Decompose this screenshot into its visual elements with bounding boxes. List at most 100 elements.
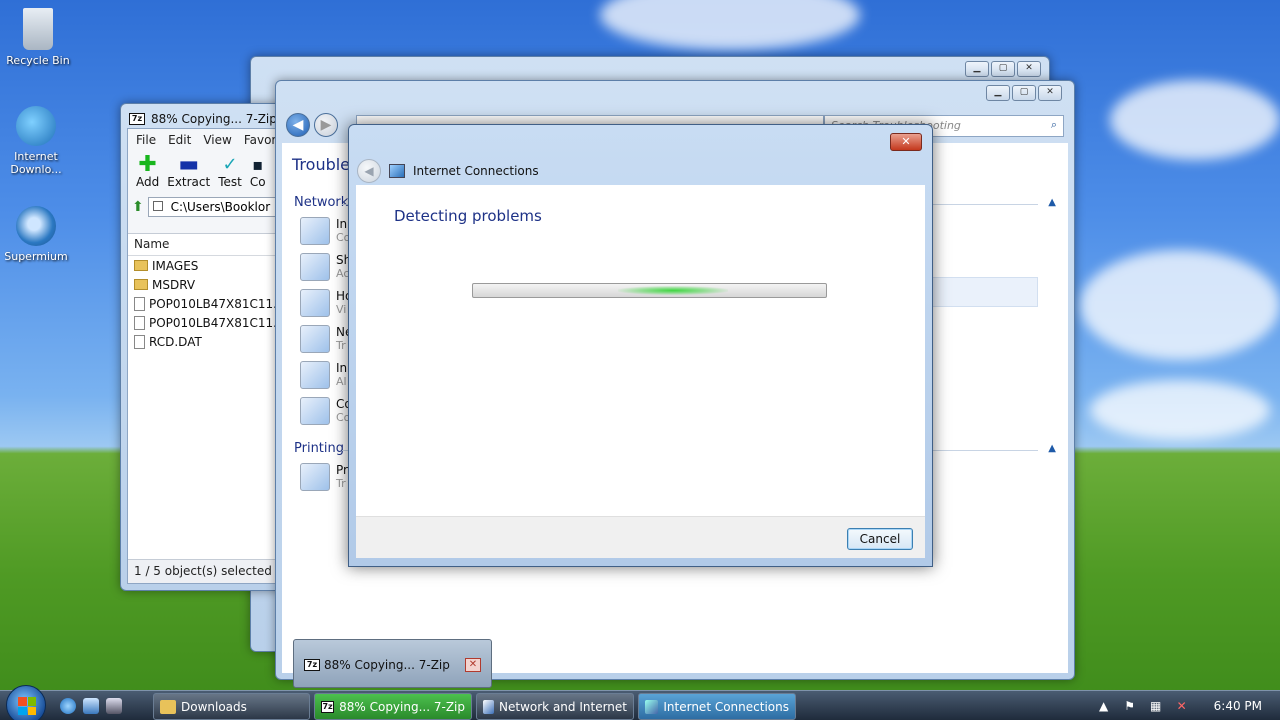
dialog-body: Detecting problems Cancel bbox=[356, 185, 925, 558]
dialog-title: Internet Connections bbox=[413, 164, 539, 178]
connection-icon bbox=[300, 397, 330, 425]
test-label: Test bbox=[218, 175, 242, 189]
recycle-bin-icon bbox=[23, 8, 53, 50]
settings-file-icon bbox=[134, 296, 145, 311]
start-button[interactable] bbox=[6, 685, 46, 720]
supermium-icon bbox=[16, 206, 56, 246]
close-icon[interactable]: ✕ bbox=[465, 658, 481, 672]
list-item[interactable]: Co Co bbox=[300, 397, 352, 425]
minus-icon: ▬ bbox=[178, 152, 200, 177]
internet-connections-icon bbox=[645, 699, 659, 714]
copy-button[interactable]: ▪ Co bbox=[250, 155, 266, 189]
cloud bbox=[1090, 380, 1270, 440]
menu-file[interactable]: File bbox=[136, 133, 156, 147]
maximize-button[interactable]: ▢ bbox=[991, 61, 1015, 77]
clock[interactable]: 6:40 PM bbox=[1214, 699, 1262, 713]
show-desktop-icon[interactable] bbox=[83, 698, 99, 714]
folder-icon bbox=[134, 260, 148, 271]
cloud bbox=[1080, 250, 1280, 360]
list-item[interactable]: Sh Ac bbox=[300, 253, 351, 281]
marquee-progress-bar bbox=[472, 283, 827, 298]
preview-row: 7z 88% Copying... 7-Zip ✕ bbox=[304, 654, 481, 676]
search-icon[interactable]: ⌕ bbox=[1051, 118, 1057, 132]
close-button[interactable]: ✕ bbox=[1038, 85, 1062, 101]
file-name: IMAGES bbox=[152, 258, 199, 273]
cloud bbox=[600, 0, 860, 50]
internet-connections-dialog[interactable]: ✕ ◀ Internet Connections Detecting probl… bbox=[348, 124, 933, 567]
minimize-button[interactable]: ▁ bbox=[965, 61, 989, 77]
cancel-button[interactable]: Cancel bbox=[847, 528, 913, 550]
file-name: RCD.DAT bbox=[149, 334, 202, 349]
chevron-up-icon[interactable]: ▲ bbox=[1048, 443, 1056, 454]
list-item[interactable]: Pr Tr bbox=[300, 463, 348, 491]
list-item[interactable]: In Co bbox=[300, 217, 350, 245]
plus-icon: ✚ bbox=[138, 152, 157, 177]
internet-connections-icon bbox=[300, 217, 330, 245]
list-item[interactable]: In Al bbox=[300, 361, 347, 389]
section-printing: Printing bbox=[294, 441, 345, 456]
taskbar-item-7zip[interactable]: 7z 88% Copying... 7-Zip bbox=[314, 693, 472, 720]
close-button[interactable]: ✕ bbox=[1017, 61, 1041, 77]
minimize-button[interactable]: ▁ bbox=[986, 85, 1010, 101]
maximize-button[interactable]: ▢ bbox=[1012, 85, 1036, 101]
taskbar-item-internet-connections[interactable]: Internet Connections bbox=[638, 693, 796, 720]
7zip-icon: 7z bbox=[321, 700, 335, 713]
list-item[interactable]: Ho Vi bbox=[300, 289, 352, 317]
forward-arrow-icon[interactable]: ▶ bbox=[314, 113, 338, 137]
cloud bbox=[1110, 80, 1280, 160]
list-item[interactable]: Ne Tr bbox=[300, 325, 352, 353]
windows-logo-icon bbox=[18, 697, 36, 715]
desktop-icon-label: Supermium bbox=[4, 250, 68, 263]
network-adapter-icon bbox=[300, 325, 330, 353]
zip-window-title: 88% Copying... 7-Zip bbox=[151, 112, 277, 126]
taskbar: Downloads 7z 88% Copying... 7-Zip Networ… bbox=[0, 685, 1280, 720]
file-name: POP010LB47X81C11.INI bbox=[149, 296, 294, 311]
close-button[interactable]: ✕ bbox=[890, 133, 922, 151]
back-arrow-icon[interactable]: ◀ bbox=[286, 113, 310, 137]
chevron-up-icon[interactable]: ▲ bbox=[1048, 197, 1056, 208]
add-label: Add bbox=[136, 175, 160, 189]
drive-icon bbox=[152, 201, 163, 211]
show-hidden-icons-icon[interactable]: ▲ bbox=[1096, 699, 1112, 713]
item-desc: Al bbox=[336, 375, 347, 388]
network-status-icon[interactable]: ▦ bbox=[1148, 699, 1164, 713]
copy-label: Co bbox=[249, 175, 266, 189]
extract-button[interactable]: ▬ Extract bbox=[167, 152, 211, 190]
extract-label: Extract bbox=[167, 175, 211, 189]
dialog-footer: Cancel bbox=[356, 516, 925, 558]
taskbar-preview[interactable]: 7z 88% Copying... 7-Zip ✕ bbox=[293, 639, 492, 688]
folder-icon bbox=[134, 279, 148, 290]
7zip-icon: 7z bbox=[129, 113, 145, 125]
add-button[interactable]: ✚ Add bbox=[136, 152, 160, 190]
taskbar-item-downloads[interactable]: Downloads bbox=[153, 693, 310, 720]
task-label: 88% Copying... 7-Zip bbox=[339, 699, 465, 714]
printer-icon bbox=[300, 463, 330, 491]
menu-view[interactable]: View bbox=[203, 133, 231, 147]
homegroup-icon bbox=[300, 289, 330, 317]
file-icon bbox=[134, 315, 145, 330]
desktop-icon-recycle-bin[interactable]: Recycle Bin bbox=[3, 8, 73, 67]
incoming-connections-icon bbox=[300, 361, 330, 389]
nav-buttons: ◀ ▶ bbox=[286, 113, 338, 137]
globe-download-icon bbox=[16, 106, 56, 146]
test-button[interactable]: ✓ Test bbox=[218, 155, 242, 190]
desktop-icon-internet-download[interactable]: Internet Downlo... bbox=[1, 106, 71, 176]
dialog-heading: Detecting problems bbox=[394, 207, 542, 225]
internet-explorer-icon[interactable] bbox=[60, 698, 76, 714]
task-label: Downloads bbox=[181, 699, 247, 714]
volume-muted-icon[interactable]: ✕ bbox=[1174, 699, 1190, 713]
dialog-header: ◀ Internet Connections bbox=[357, 159, 539, 183]
highlighted-row bbox=[922, 277, 1038, 307]
up-folder-icon[interactable]: ⬆ bbox=[132, 199, 144, 215]
menu-edit[interactable]: Edit bbox=[168, 133, 191, 147]
action-center-flag-icon[interactable]: ⚑ bbox=[1122, 699, 1138, 713]
switch-windows-icon[interactable] bbox=[106, 698, 122, 714]
file-name: MSDRV bbox=[152, 277, 196, 292]
caption-buttons: ▁ ▢ ✕ bbox=[965, 61, 1041, 77]
task-label: Network and Internet bbox=[499, 699, 627, 714]
7zip-icon: 7z bbox=[304, 659, 320, 671]
desktop-icon-supermium[interactable]: Supermium bbox=[1, 206, 71, 263]
taskbar-item-network[interactable]: Network and Internet bbox=[476, 693, 634, 720]
back-arrow-icon[interactable]: ◀ bbox=[357, 159, 381, 183]
network-icon bbox=[483, 699, 495, 714]
